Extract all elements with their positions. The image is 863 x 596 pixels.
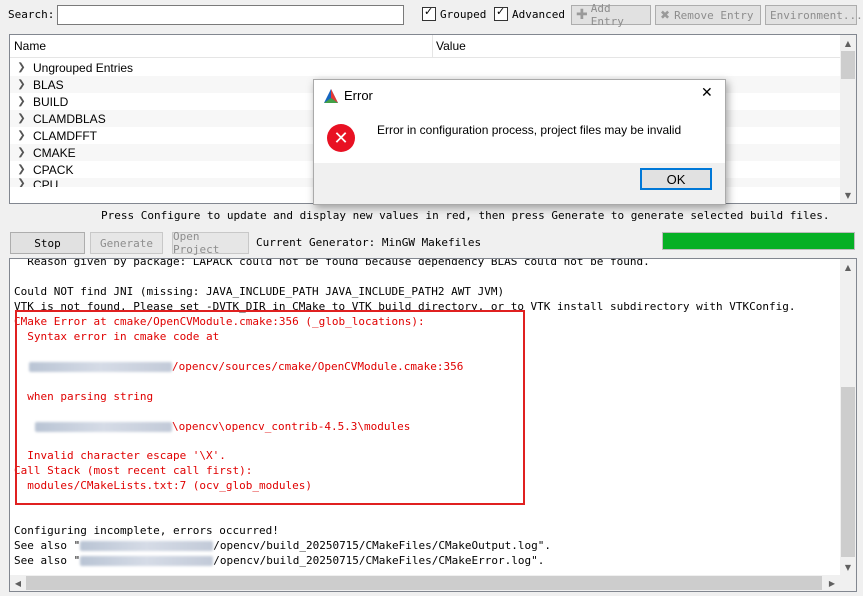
scroll-up-icon[interactable]: ▲ xyxy=(840,35,856,51)
scroll-down-icon[interactable]: ▼ xyxy=(840,559,856,575)
grouped-check-icon xyxy=(422,5,436,21)
scroll-left-icon[interactable]: ◀ xyxy=(10,575,26,591)
chevron-right-icon[interactable]: ❯ xyxy=(10,113,33,124)
error-highlight-box xyxy=(15,310,525,505)
ok-button[interactable]: OK xyxy=(640,168,712,190)
plus-icon: ✚ xyxy=(576,7,588,23)
error-dialog[interactable]: Error ✕ ✕ Error in configuration process… xyxy=(313,79,726,205)
col-name-header[interactable]: Name xyxy=(14,39,46,53)
advanced-checkbox[interactable]: Advanced xyxy=(494,5,565,21)
chevron-right-icon[interactable]: ❯ xyxy=(10,62,33,73)
search-label: Search: xyxy=(8,8,55,21)
chevron-right-icon[interactable]: ❯ xyxy=(10,130,33,141)
search-input[interactable] xyxy=(57,5,404,25)
scroll-right-icon[interactable]: ▶ xyxy=(824,575,840,591)
chevron-right-icon[interactable]: ❯ xyxy=(10,178,33,187)
log-horizontal-scrollbar[interactable]: ◀ ▶ xyxy=(10,575,840,591)
log-line: Could NOT find JNI (missing: JAVA_INCLUD… xyxy=(14,285,505,298)
environment-button[interactable]: Environment... xyxy=(765,5,863,25)
log-vertical-scrollbar[interactable]: ▲ ▼ xyxy=(840,259,856,575)
dialog-message: Error in configuration process, project … xyxy=(377,123,682,137)
close-icon[interactable]: ✕ xyxy=(701,85,713,101)
log-line: See also "/opencv/build_20250715/CMakeFi… xyxy=(14,539,551,552)
current-generator: Current Generator: MinGW Makefiles xyxy=(256,236,482,249)
log-line: Reason given by package: LAPACK could no… xyxy=(14,258,650,268)
tree-header: Name Value xyxy=(10,35,840,58)
chevron-right-icon[interactable]: ❯ xyxy=(10,79,33,90)
configure-hint: Press Configure to update and display ne… xyxy=(101,209,830,222)
remove-entry-label: Remove Entry xyxy=(674,8,754,22)
cmake-logo-icon xyxy=(324,89,338,103)
scroll-up-icon[interactable]: ▲ xyxy=(840,259,856,275)
grouped-checkbox[interactable]: Grouped xyxy=(422,5,487,21)
grouped-label: Grouped xyxy=(440,7,487,21)
col-value-header[interactable]: Value xyxy=(436,39,466,53)
remove-icon: ✖ xyxy=(660,8,671,22)
open-project-button[interactable]: Open Project xyxy=(172,230,249,256)
chevron-right-icon[interactable]: ❯ xyxy=(10,164,33,175)
stop-button[interactable]: Stop xyxy=(10,232,85,254)
chevron-right-icon[interactable]: ❯ xyxy=(10,96,33,107)
progress-bar xyxy=(662,232,855,250)
advanced-check-icon xyxy=(494,5,508,21)
error-icon: ✕ xyxy=(327,124,355,152)
log-line: Configuring incomplete, errors occurred! xyxy=(14,524,279,537)
log-line: See also "/opencv/build_20250715/CMakeFi… xyxy=(14,554,545,567)
tree-row[interactable]: ❯ Ungrouped Entries xyxy=(10,59,840,76)
scroll-down-icon[interactable]: ▼ xyxy=(840,187,856,203)
add-entry-button[interactable]: ✚ Add Entry xyxy=(571,2,651,28)
scroll-thumb[interactable] xyxy=(841,387,855,557)
tree-vertical-scrollbar[interactable]: ▲ ▼ xyxy=(840,35,856,203)
dialog-title: Error xyxy=(344,88,373,103)
scroll-thumb[interactable] xyxy=(841,51,855,79)
scroll-thumb[interactable] xyxy=(26,576,822,590)
output-log[interactable]: Reason given by package: LAPACK could no… xyxy=(9,258,857,592)
remove-entry-button[interactable]: ✖ Remove Entry xyxy=(655,5,761,25)
generate-button[interactable]: Generate xyxy=(90,232,163,254)
add-entry-label: Add Entry xyxy=(590,2,624,28)
advanced-label: Advanced xyxy=(512,7,565,21)
chevron-right-icon[interactable]: ❯ xyxy=(10,147,33,158)
